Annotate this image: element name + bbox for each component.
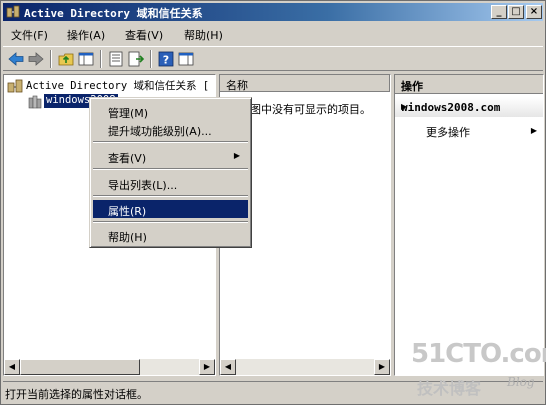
ctx-item-manage[interactable]: 管理(M) — [93, 102, 248, 120]
menu-separator — [93, 195, 248, 197]
more-actions-item[interactable]: 更多操作 ▶ — [395, 121, 543, 139]
up-folder-icon[interactable] — [57, 50, 75, 68]
more-actions-label: 更多操作 — [426, 126, 470, 139]
mmc-window: Active Directory 域和信任关系 _ □ × 文件(F) 操作(A… — [0, 0, 546, 405]
export-list-icon[interactable] — [127, 50, 145, 68]
action-pane-header: 操作 — [395, 75, 543, 94]
domain-icon — [28, 95, 42, 109]
ctx-item-label: 提升域功能级别(A)... — [108, 125, 212, 138]
toolbar-separator — [100, 50, 102, 68]
toolbar-separator — [150, 50, 152, 68]
properties-icon[interactable] — [107, 50, 125, 68]
scroll-left-button[interactable]: ◀ — [220, 359, 236, 375]
scroll-left-button[interactable]: ◀ — [4, 359, 20, 375]
collapse-arrow-icon[interactable]: ▶ — [401, 102, 537, 111]
ctx-item-raise-functional-level[interactable]: 提升域功能级别(A)... — [93, 120, 248, 138]
minimize-button[interactable]: _ — [491, 5, 507, 19]
forward-icon[interactable] — [27, 50, 45, 68]
toolbar-separator — [50, 50, 52, 68]
results-hscrollbar[interactable]: ◀ ▶ — [220, 359, 390, 375]
menu-separator — [93, 221, 248, 223]
action-pane-icon[interactable] — [177, 50, 195, 68]
ctx-item-label: 帮助(H) — [108, 231, 147, 244]
scroll-thumb[interactable] — [20, 359, 140, 375]
menu-separator — [93, 168, 248, 170]
column-header-label: 名称 — [226, 79, 248, 92]
help-icon[interactable]: ? — [157, 50, 175, 68]
window-title: Active Directory 域和信任关系 — [24, 7, 203, 20]
menu-bar: 文件(F) 操作(A) 查看(V) 帮助(H) — [3, 23, 543, 45]
menu-action[interactable]: 操作(A) — [67, 27, 105, 43]
close-button[interactable]: × — [526, 5, 542, 19]
tree-hscrollbar[interactable]: ◀ ▶ — [4, 359, 215, 375]
ctx-item-properties[interactable]: 属性(R) — [93, 200, 248, 218]
context-menu: 管理(M) 提升域功能级别(A)... 查看(V) ▶ 导出列表(L)... 属… — [89, 97, 252, 248]
maximize-button[interactable]: □ — [508, 5, 524, 19]
action-pane-title: 操作 — [401, 80, 423, 93]
ad-domains-trusts-icon — [7, 79, 23, 93]
menu-view[interactable]: 查看(V) — [125, 27, 163, 43]
ctx-item-label: 属性(R) — [108, 205, 147, 218]
status-text: 打开当前选择的属性对话框。 — [5, 388, 148, 401]
back-icon[interactable] — [7, 50, 25, 68]
submenu-arrow-icon: ▶ — [530, 126, 537, 135]
show-tree-icon[interactable] — [77, 50, 95, 68]
watermark-blog: Blog — [507, 375, 535, 389]
watermark-logo: 51CTO.com 技术博客 Blog — [403, 337, 546, 401]
empty-list-message: 图中没有可显示的项目。 — [250, 103, 371, 116]
menu-file[interactable]: 文件(F) — [11, 27, 48, 43]
submenu-arrow-icon: ▶ — [233, 151, 240, 160]
scroll-right-button[interactable]: ▶ — [374, 359, 390, 375]
tree-root-label[interactable]: Active Directory 域和信任关系 [ — [26, 78, 209, 93]
svg-text:?: ? — [163, 54, 169, 67]
action-pane: 操作 windows2008.com ▶ 更多操作 ▶ — [394, 74, 544, 376]
watermark-sub: 技术博客 — [417, 379, 482, 398]
menu-help[interactable]: 帮助(H) — [184, 27, 223, 43]
menu-separator — [93, 141, 248, 143]
ad-domains-icon — [6, 5, 20, 18]
column-header-name[interactable]: 名称 — [220, 75, 390, 92]
ctx-item-label: 查看(V) — [108, 152, 147, 165]
scroll-right-button[interactable]: ▶ — [199, 359, 215, 375]
action-section-domain[interactable]: windows2008.com ▶ — [395, 97, 543, 117]
toolbar: ? — [3, 46, 543, 71]
watermark-main: 51CTO.com — [411, 339, 546, 369]
title-bar[interactable]: Active Directory 域和信任关系 _ □ × — [3, 3, 543, 21]
ctx-item-view[interactable]: 查看(V) ▶ — [93, 147, 248, 165]
ctx-item-label: 导出列表(L)... — [108, 179, 178, 192]
ctx-item-label: 管理(M) — [108, 107, 149, 120]
ctx-item-help[interactable]: 帮助(H) — [93, 226, 248, 244]
ctx-item-export-list[interactable]: 导出列表(L)... — [93, 174, 248, 192]
